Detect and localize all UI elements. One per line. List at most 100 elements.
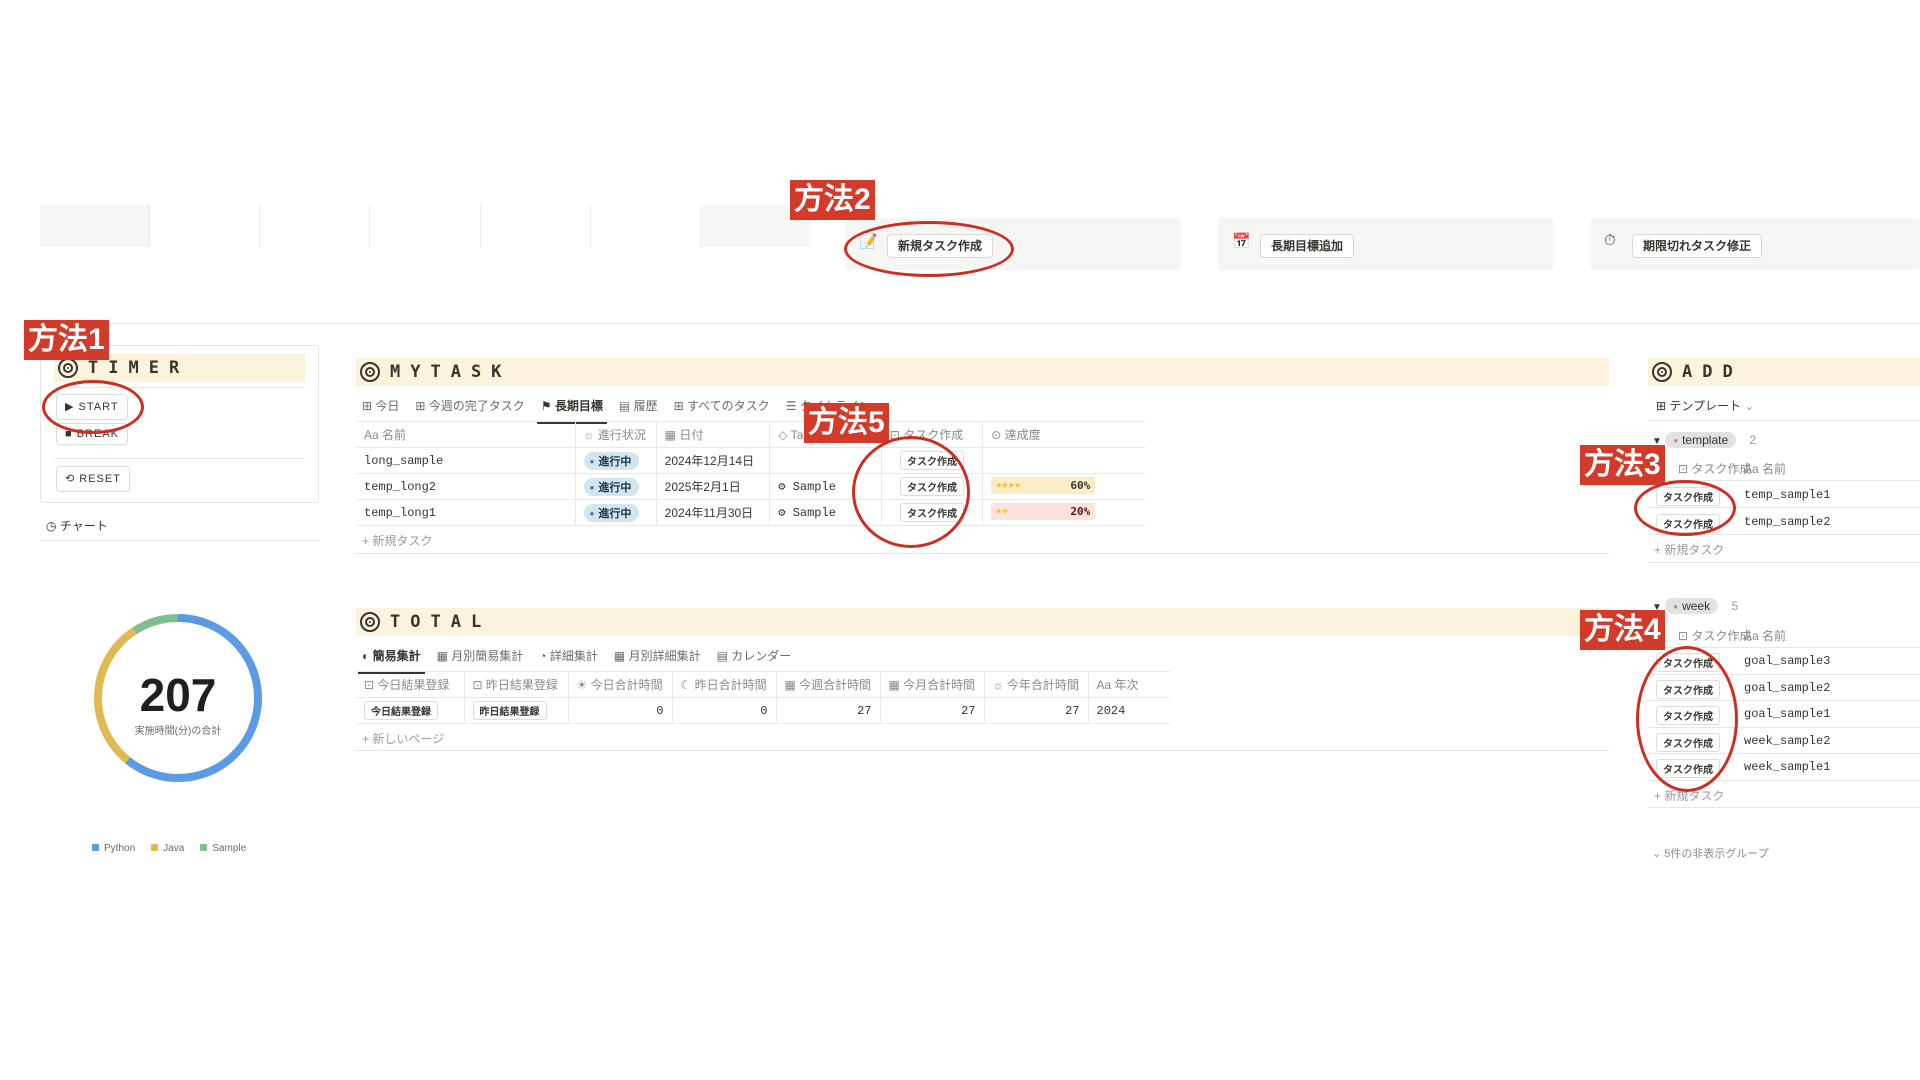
annotation-circle-5 [852, 436, 970, 548]
tab-simple-summary[interactable]: ◐ 簡易集計 [358, 647, 425, 674]
row-date: 2025年2月1日 [656, 473, 771, 500]
fix-overdue-button[interactable]: 期限切れタスク修正 [1632, 234, 1763, 258]
col-today-total[interactable]: ☀ 今日合計時間 [568, 671, 673, 698]
row-tag: Sample [792, 480, 836, 494]
table-row[interactable]: 今日結果登録 昨日結果登録 0 0 27 27 27 2024 [356, 697, 1170, 724]
tab-detail-summary[interactable]: ◔ 詳細集計 [539, 647, 598, 670]
template-name[interactable]: temp_sample1 [1744, 488, 1830, 502]
legend-python: Python [92, 843, 135, 854]
register-yesterday-button[interactable]: 昨日結果登録 [472, 701, 547, 720]
tab-week-done[interactable]: ⊞ 今週の完了タスク [415, 397, 524, 420]
hidden-groups-toggle[interactable]: ⌄ 5件の非表示グループ [1652, 845, 1769, 861]
week-item-name[interactable]: week_sample2 [1744, 734, 1830, 748]
total-bottom-line [356, 750, 1609, 751]
col-name[interactable]: Aa 名前 [356, 421, 576, 448]
row-name[interactable]: temp_long1 [356, 499, 576, 526]
table-row[interactable]: long_sample 進行中 2024年12月14日 タスク作成 [356, 447, 1145, 474]
donut-total: 207 [139, 669, 217, 721]
row-progress-cell [982, 447, 1145, 474]
add-new-page[interactable]: + 新しいページ [362, 730, 444, 747]
col-label: 名前 [1762, 629, 1787, 643]
col-label: 名前 [1762, 462, 1787, 476]
col-status[interactable]: ☼ 進行状況 [575, 421, 657, 448]
col-name-header[interactable]: Aa 名前 [1744, 460, 1786, 477]
tab-all-tasks[interactable]: ⊞ すべてのタスク [674, 397, 770, 420]
tab-label: 今日 [375, 399, 400, 413]
week-item-name[interactable]: goal_sample3 [1744, 654, 1830, 668]
group-week-header[interactable]: ▼ week 5 [1652, 598, 1738, 614]
col-annual[interactable]: Aa 年次 [1088, 671, 1170, 698]
chevron-down-icon: ⌄ [1744, 399, 1755, 413]
annotation-circle-4 [1636, 646, 1738, 792]
template-name[interactable]: temp_sample2 [1744, 515, 1830, 529]
col-action-header[interactable]: ⊡ タスク作成 [1678, 460, 1751, 477]
col-name-header[interactable]: Aa 名前 [1744, 627, 1786, 644]
total-title: TOTAL [390, 612, 492, 632]
col-month-total[interactable]: ▦ 今月合計時間 [880, 671, 985, 698]
view-selector[interactable]: ⊞ テンプレート ⌄ [1656, 397, 1754, 414]
new-page-label: 新しいページ [372, 732, 445, 746]
col-today-register[interactable]: ⊡ 今日結果登録 [356, 671, 465, 698]
chart-link[interactable]: ◷ チャート [46, 517, 108, 534]
target-icon [360, 362, 380, 382]
col-date[interactable]: ▦ 日付 [656, 421, 771, 448]
col-label: タスク作成 [1691, 629, 1752, 643]
col-label: 今日結果登録 [377, 678, 450, 692]
mytask-title: MYTASK [390, 362, 512, 382]
row-name[interactable]: temp_long2 [356, 473, 576, 500]
col-action-header[interactable]: ⊡ タスク作成 [1678, 627, 1751, 644]
row-status-cell: 進行中 [575, 447, 657, 474]
annual-value[interactable]: 2024 [1088, 697, 1170, 724]
reset-button[interactable]: ⟲ RESET [56, 466, 130, 492]
row-date: 2024年12月14日 [656, 447, 771, 474]
row-line [1648, 807, 1920, 808]
row-status-cell: 進行中 [575, 499, 657, 526]
col-week-total[interactable]: ▦ 今週合計時間 [776, 671, 881, 698]
col-label: 今月合計時間 [903, 678, 976, 692]
tab-monthly-simple[interactable]: ▦ 月別簡易集計 [437, 647, 524, 670]
progress-text: 60% [1070, 478, 1091, 492]
tab-label: 長期目標 [554, 399, 603, 413]
annotation-circle-2 [844, 221, 1014, 277]
row-status-cell: 進行中 [575, 473, 657, 500]
target-icon [360, 612, 380, 632]
clock-icon: ◷ [46, 519, 57, 533]
add-long-goal-button[interactable]: 長期目標追加 [1260, 234, 1355, 258]
table-header-row: ⊡ 今日結果登録 ⊡ 昨日結果登録 ☀ 今日合計時間 ☾ 昨日合計時間 ▦ 今週… [356, 671, 1170, 698]
col-yesterday-register[interactable]: ⊡ 昨日結果登録 [464, 671, 569, 698]
tab-today[interactable]: ⊞ 今日 [362, 397, 399, 420]
tab-history[interactable]: ▤ 履歴 [619, 397, 658, 420]
new-task-label: 新規タスク [372, 534, 433, 548]
group-template-header[interactable]: ▼ template 2 [1652, 432, 1756, 448]
row-name[interactable]: long_sample [356, 447, 576, 474]
tab-long-goal[interactable]: ⚑ 長期目標 [536, 397, 608, 424]
register-today-button[interactable]: 今日結果登録 [364, 701, 438, 720]
annotation-label-2: 方法2 [790, 180, 875, 220]
legend-java: Java [151, 843, 184, 854]
week-item-name[interactable]: week_sample1 [1744, 760, 1830, 774]
row-progress-cell: ★★★★ 60% [982, 473, 1145, 500]
col-progress[interactable]: ⊙ 達成度 [982, 421, 1145, 448]
legend-swatch [151, 844, 159, 851]
col-yesterday-total[interactable]: ☾ 昨日合計時間 [672, 671, 777, 698]
col-label: 名前 [382, 428, 407, 442]
row-date: 2024年11月30日 [656, 499, 771, 526]
total-header: TOTAL [356, 608, 1609, 636]
timer-title: TIMER [88, 358, 190, 378]
table-row[interactable]: temp_long1 進行中 2024年11月30日 ⚙ Sample タスク作… [356, 499, 1145, 526]
add-new-template[interactable]: + 新規タスク [1654, 541, 1724, 558]
week-item-name[interactable]: goal_sample1 [1744, 707, 1830, 721]
chart-label: チャート [59, 519, 108, 533]
new-task-label: 新規タスク [1664, 543, 1725, 557]
tab-calendar[interactable]: ▤ カレンダー [717, 647, 792, 670]
calendar-icon: 📅 [1232, 233, 1251, 250]
view-label: テンプレート [1669, 399, 1742, 413]
week-item-name[interactable]: goal_sample2 [1744, 681, 1830, 695]
table-row[interactable]: temp_long2 進行中 2025年2月1日 ⚙ Sample タスク作成 … [356, 473, 1145, 500]
tab-monthly-detail[interactable]: ▦ 月別詳細集計 [614, 647, 701, 670]
col-year-total[interactable]: ☼ 今年合計時間 [984, 671, 1089, 698]
yesterday-register-cell: 昨日結果登録 [464, 697, 569, 724]
add-new-task[interactable]: + 新規タスク [362, 532, 432, 549]
target-icon [58, 358, 78, 378]
add-divider [1648, 420, 1920, 421]
